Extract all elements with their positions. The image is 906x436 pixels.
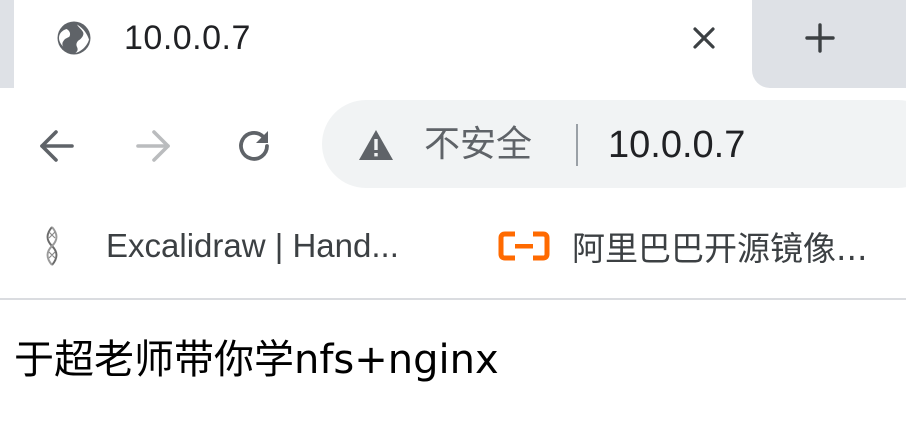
warning-icon[interactable] <box>358 128 394 162</box>
bookmark-aliyun-mirror[interactable]: 阿里巴巴开源镜像... <box>498 214 867 278</box>
reload-icon[interactable] <box>226 118 282 174</box>
url-text[interactable]: 10.0.0.7 <box>608 122 745 168</box>
page-body-text: 于超老师带你学nfs+nginx <box>14 337 499 383</box>
globe-icon <box>56 20 92 56</box>
back-arrow-icon[interactable] <box>28 118 84 174</box>
aliyun-icon <box>498 231 550 261</box>
tab-title[interactable]: 10.0.0.7 <box>124 18 251 58</box>
plus-icon[interactable] <box>796 14 844 62</box>
close-icon[interactable] <box>686 20 722 56</box>
tab-corner <box>752 70 770 88</box>
bookmark-label: Excalidraw | Hand... <box>106 227 399 264</box>
security-status-label[interactable]: 不安全 <box>424 122 532 168</box>
omnibox-separator <box>576 124 578 166</box>
bookmark-label: 阿里巴巴开源镜像... <box>572 229 868 268</box>
forward-arrow-icon[interactable] <box>126 118 182 174</box>
tab-strip-edge <box>0 0 14 88</box>
bookmark-excalidraw[interactable]: Excalidraw | Hand... <box>38 214 399 278</box>
excalidraw-icon <box>38 224 66 268</box>
